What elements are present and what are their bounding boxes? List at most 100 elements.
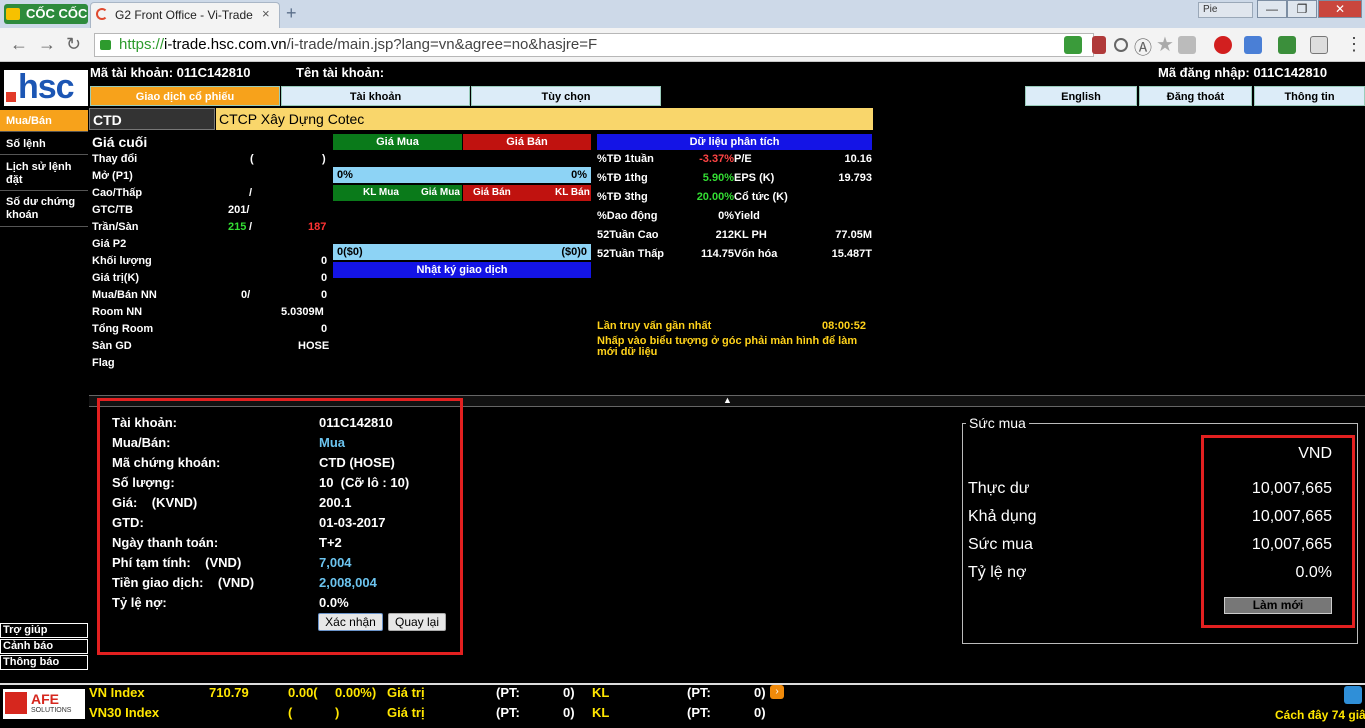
pt-label: (PT: <box>687 685 711 700</box>
purchasing-label: Tỷ lệ nợ <box>968 564 1027 581</box>
sidebar-help[interactable]: Trợ giúp <box>0 623 88 638</box>
sidebar-item-order-history[interactable]: Lịch sử lệnh đặt <box>0 157 88 191</box>
tab-stock-trading[interactable]: Giao dịch cổ phiếu <box>90 86 280 106</box>
index-ticker <box>0 683 1365 728</box>
order-label: Ngày thanh toán: <box>112 535 219 550</box>
info-link[interactable]: Thông tin <box>1254 86 1365 106</box>
refresh-icon[interactable] <box>1344 686 1362 704</box>
refresh-note: Cách đây 74 giây <box>1275 708 1365 722</box>
bookmark-star-icon[interactable]: ★ <box>1156 32 1174 57</box>
english-link[interactable]: English <box>1025 86 1137 106</box>
value-label: Giá trị <box>387 705 425 720</box>
order-value: 7,004 <box>319 555 352 570</box>
tab-close-icon[interactable]: × <box>262 6 270 21</box>
extension-icon[interactable] <box>1278 36 1296 54</box>
order-label: Mua/Bán: <box>112 435 171 450</box>
account-name-label: Tên tài khoản: <box>296 65 385 80</box>
company-name: CTCP Xây Dựng Cotec <box>216 108 873 130</box>
address-bar[interactable]: https://i-trade.hsc.com.vn/i-trade/main.… <box>94 33 1094 57</box>
analysis-value: 0% <box>718 210 734 222</box>
quote-separator: / <box>249 221 253 233</box>
profile-chip[interactable]: Pie <box>1198 2 1253 18</box>
purchasing-label: Thực dư <box>968 480 1030 497</box>
pt-value: 0) <box>754 705 766 720</box>
analysis-value: 15.487T <box>831 248 872 260</box>
depth-buy-cols: KL Mua Giá Mua <box>333 185 462 201</box>
ceiling-price: 215 <box>228 221 247 233</box>
sidebar-item-buy-sell[interactable]: Mua/Bán <box>0 110 88 132</box>
purchasing-value: 10,007,665 <box>1251 536 1332 553</box>
afe-logo-mark <box>5 692 27 714</box>
symbol-input[interactable]: CTD <box>89 108 215 130</box>
currency-label: VND <box>1298 445 1332 462</box>
trade-journal-header[interactable]: Nhật ký giao dịch <box>333 262 591 278</box>
pt-label: (PT: <box>496 705 520 720</box>
analysis-label: Yield <box>734 210 760 222</box>
order-label: Tiền giao dịch: (VND) <box>112 575 255 590</box>
quote-label: Flag <box>92 357 115 369</box>
window-close-button[interactable]: ✕ <box>1318 0 1362 18</box>
cart-icon[interactable] <box>1064 36 1082 54</box>
back-button[interactable]: Quay lại <box>388 613 446 631</box>
quote-v2: 0 <box>321 323 328 335</box>
sell-price-header: Giá Bán <box>463 134 591 150</box>
url-host: i-trade.hsc.com.vn <box>164 36 287 53</box>
analysis-value: 10.16 <box>844 153 872 165</box>
opera-icon[interactable] <box>1214 36 1232 54</box>
analysis-label: %TĐ 3thg <box>597 191 648 203</box>
analysis-label: Cổ tức (K) <box>734 191 788 203</box>
order-label: GTD: <box>112 515 144 530</box>
video-icon[interactable] <box>1092 36 1106 54</box>
refresh-button[interactable]: Làm mới <box>1224 597 1332 614</box>
google-translate-icon[interactable] <box>1244 36 1262 54</box>
quote-label: Mở (P1) <box>92 170 133 182</box>
depth-total-bar: 0($0) ($0)0 <box>333 244 591 260</box>
quote-label: Cao/Thấp <box>92 187 143 199</box>
sidebar-notifications[interactable]: Thông báo <box>0 655 88 670</box>
hsc-logo-mark <box>6 92 16 102</box>
volume-label: KL <box>592 685 610 700</box>
translate-icon[interactable]: Ⓐ <box>1134 34 1152 60</box>
idea-icon[interactable] <box>1310 36 1328 54</box>
tab-options[interactable]: Tùy chọn <box>471 86 661 106</box>
order-value: CTD (HOSE) <box>319 455 395 470</box>
minimize-button[interactable]: — <box>1257 0 1287 18</box>
sidebar-item-stock-balance[interactable]: Số dư chứng khoán <box>0 193 88 227</box>
collapse-up-icon[interactable]: ▲ <box>723 395 732 405</box>
loading-spinner-icon <box>96 8 108 20</box>
index-pct: 0.00%) <box>335 685 377 700</box>
download-icon[interactable] <box>1178 36 1196 54</box>
coccoc-logo-icon <box>6 8 20 20</box>
quote-v2: HOSE <box>298 340 330 352</box>
index-pct: ) <box>335 705 340 720</box>
logout-link[interactable]: Đăng thoát <box>1139 86 1252 106</box>
browser-tab[interactable]: G2 Front Office - Vi-Trade <box>90 2 280 28</box>
index-name: VN Index <box>89 685 145 700</box>
ticker-next-icon[interactable]: › <box>770 685 784 699</box>
url-path: /i-trade/main.jsp?lang=vn&agree=no&hasjr… <box>286 36 598 53</box>
reload-icon[interactable]: ↻ <box>66 34 81 55</box>
quote-v2: 0 <box>321 289 328 301</box>
menu-icon[interactable]: ⋮ <box>1345 34 1363 55</box>
depth-sell-cols: Giá Bán KL Bán <box>463 185 591 201</box>
maximize-button[interactable]: ❐ <box>1287 0 1317 18</box>
forward-icon[interactable]: → <box>38 34 56 55</box>
index-change: 0.00( <box>288 685 318 700</box>
last-query-time: 08:00:52 <box>822 320 867 332</box>
analysis-header: Dữ liệu phân tích <box>597 134 872 150</box>
buy-price-header: Giá Mua <box>333 134 462 150</box>
pt-label: (PT: <box>687 705 711 720</box>
analysis-label: KL PH <box>734 229 767 241</box>
sidebar-alerts[interactable]: Cảnh báo <box>0 639 88 654</box>
sidebar-item-orders[interactable]: Số lệnh <box>0 133 88 155</box>
zoom-icon[interactable] <box>1114 38 1128 52</box>
analysis-label: %TĐ 1thg <box>597 172 648 184</box>
tab-account[interactable]: Tài khoản <box>281 86 470 106</box>
order-value: 01-03-2017 <box>319 515 386 530</box>
new-tab-icon[interactable]: + <box>286 3 297 24</box>
back-icon[interactable]: ← <box>10 34 28 55</box>
confirm-button[interactable]: Xác nhận <box>318 613 383 631</box>
quote-v2: 0 <box>321 255 328 267</box>
pt-value: 0) <box>563 705 575 720</box>
refresh-hint: Nhấp vào biểu tượng ở góc phải màn hình … <box>597 335 858 358</box>
